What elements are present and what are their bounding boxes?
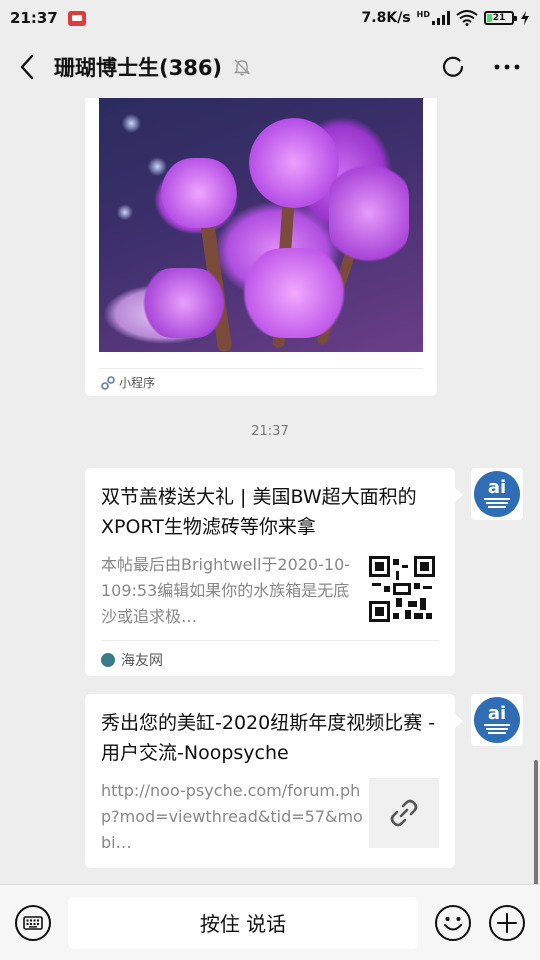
app-notification-icon [67,10,86,26]
status-right: 7.8K/s HD 21 [362,10,530,26]
link-card-title: 双节盖楼送大礼 | 美国BW超大面积的XPORT生物滤砖等你来拿 [101,486,417,538]
link-card-description: http://noo-psyche.com/forum.php?mod=view… [101,781,363,852]
link-card[interactable]: 双节盖楼送大礼 | 美国BW超大面积的XPORT生物滤砖等你来拿 本帖最后由Br… [85,468,463,678]
hold-to-talk-button[interactable]: 按住 说话 [68,896,418,949]
signal-icon: HD [417,11,450,25]
avatar-logo-icon: ai [474,697,520,743]
chat-messages[interactable]: 小程序 21:37 双节盖楼送大礼 | 美国BW超大面积的XPORT生物滤砖等你… [0,98,540,884]
input-actions [434,904,526,942]
link-card[interactable]: 秀出您的美缸-2020纽斯年度视频比赛 - 用户交流-Noopsyche htt… [85,694,463,868]
keyboard-icon[interactable] [14,904,52,942]
qr-code-icon [369,556,439,626]
link-card-footer: 海友网 [101,640,439,678]
back-icon[interactable] [12,52,42,82]
mini-program-footer: 小程序 [101,374,155,391]
source-icon [101,652,115,667]
mute-bell-icon [233,59,251,76]
signal-bars-icon [432,11,450,25]
header-actions [440,54,528,80]
mini-program-card[interactable]: 小程序 [85,98,437,396]
avatar[interactable]: ai [471,694,523,746]
scrollbar[interactable] [534,760,538,886]
mini-program-icon [101,375,115,390]
refresh-icon[interactable] [440,54,466,80]
link-card-description: 本帖最后由Brightwell于2020-10-109:53编辑如果你的水族箱是… [101,555,351,626]
charging-icon [521,11,529,25]
link-card-body: http://noo-psyche.com/forum.php?mod=view… [101,778,439,856]
svg-text:ai: ai [488,477,506,498]
chat-header: 珊瑚博士生(386) [0,36,540,98]
battery-icon: 21 [484,11,517,25]
emoji-icon[interactable] [434,904,472,942]
svg-text:ai: ai [488,703,506,724]
message-timestamp: 21:37 [251,424,289,439]
link-card-title: 秀出您的美缸-2020纽斯年度视频比赛 - 用户交流-Noopsyche [101,712,436,764]
status-bar: 21:37 7.8K/s HD 21 [0,0,540,36]
link-card-source: 海友网 [121,652,163,669]
mini-program-label: 小程序 [119,376,156,390]
network-type: HD [416,10,430,19]
chat-title: 珊瑚博士生(386) [54,56,223,80]
plus-icon[interactable] [488,904,526,942]
avatar-logo-icon: ai [474,471,520,517]
link-icon [369,778,439,848]
avatar[interactable]: ai [471,468,523,520]
card-divider [99,368,423,369]
coral-image [99,98,423,353]
status-time: 21:37 [10,9,58,27]
more-icon[interactable] [494,54,520,80]
battery-level: 21 [492,13,506,23]
link-card-body: 本帖最后由Brightwell于2020-10-109:53编辑如果你的水族箱是… [101,552,439,630]
input-bar: 按住 说话 [0,884,540,960]
network-speed: 7.8K/s [361,10,411,26]
wifi-icon [456,10,478,26]
